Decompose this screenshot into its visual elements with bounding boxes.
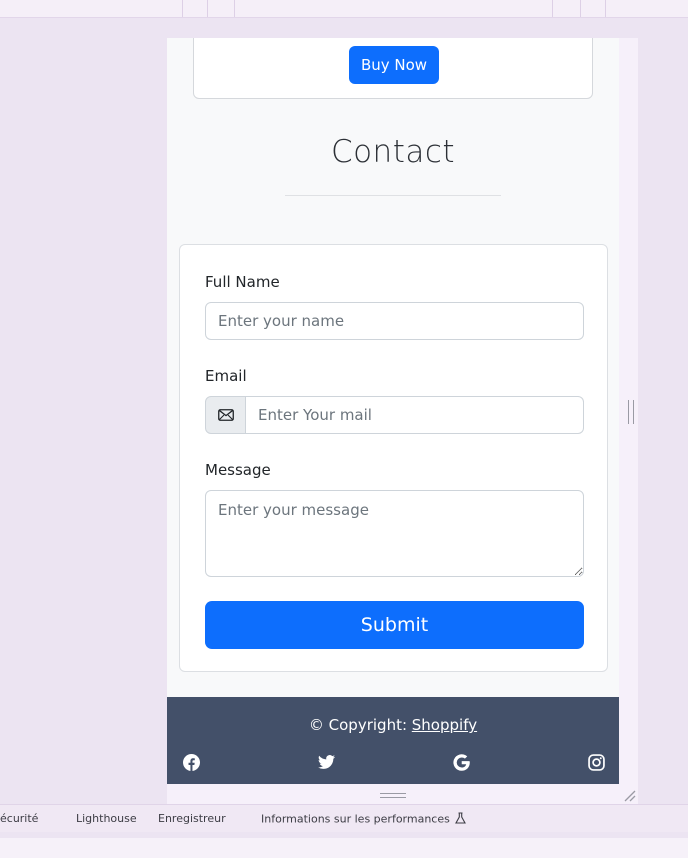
- contact-divider: [285, 195, 501, 196]
- toolbar-separator: [605, 0, 606, 17]
- page-viewport: Buy Now Contact Full Name Email Message: [167, 38, 619, 784]
- tab-performance-insights[interactable]: Informations sur les performances: [261, 812, 466, 827]
- email-label: Email: [205, 367, 247, 385]
- tab-security[interactable]: écurité: [0, 812, 38, 825]
- instagram-icon[interactable]: [587, 753, 605, 771]
- tab-lighthouse[interactable]: Lighthouse: [76, 812, 137, 825]
- device-emulation-frame: Buy Now Contact Full Name Email Message: [167, 38, 638, 804]
- email-input[interactable]: [246, 396, 584, 434]
- tab-recorder[interactable]: Enregistreur: [158, 812, 226, 825]
- footer: © Copyright: Shoppify: [167, 697, 619, 784]
- toolbar-separator: [580, 0, 581, 17]
- toolbar-separator: [234, 0, 235, 17]
- submit-button[interactable]: Submit: [205, 601, 584, 649]
- toolbar-separator: [182, 0, 183, 17]
- flask-icon: [454, 812, 466, 827]
- product-card: Buy Now: [193, 38, 593, 99]
- email-input-group: [205, 396, 584, 434]
- copyright-prefix: © Copyright:: [308, 716, 412, 734]
- envelope-icon: [205, 396, 246, 434]
- google-icon[interactable]: [452, 753, 470, 771]
- message-label: Message: [205, 461, 271, 479]
- devtools-tab-bar: écurité Lighthouse Enregistreur Informat…: [0, 804, 688, 832]
- devtools-bottom-strip: [0, 838, 688, 858]
- devtools-top-toolbar: [0, 0, 688, 18]
- full-name-label: Full Name: [205, 273, 280, 291]
- full-name-input[interactable]: [205, 302, 584, 340]
- contact-heading: Contact: [330, 134, 456, 170]
- facebook-icon[interactable]: [182, 753, 200, 771]
- tab-performance-insights-label: Informations sur les performances: [261, 812, 450, 826]
- toolbar-separator: [207, 0, 208, 17]
- viewport-resize-handle-bottom[interactable]: [380, 793, 406, 798]
- message-textarea[interactable]: [205, 490, 584, 577]
- contact-form: Full Name Email Message Submit: [179, 244, 608, 672]
- buy-now-button[interactable]: Buy Now: [349, 46, 439, 84]
- copyright-text: © Copyright: Shoppify: [167, 716, 619, 734]
- toolbar-separator: [552, 0, 553, 17]
- viewport-resize-handle-right[interactable]: [628, 400, 634, 424]
- resize-corner-icon[interactable]: [622, 787, 636, 802]
- brand-link[interactable]: Shoppify: [412, 716, 477, 734]
- twitter-icon[interactable]: [317, 753, 335, 771]
